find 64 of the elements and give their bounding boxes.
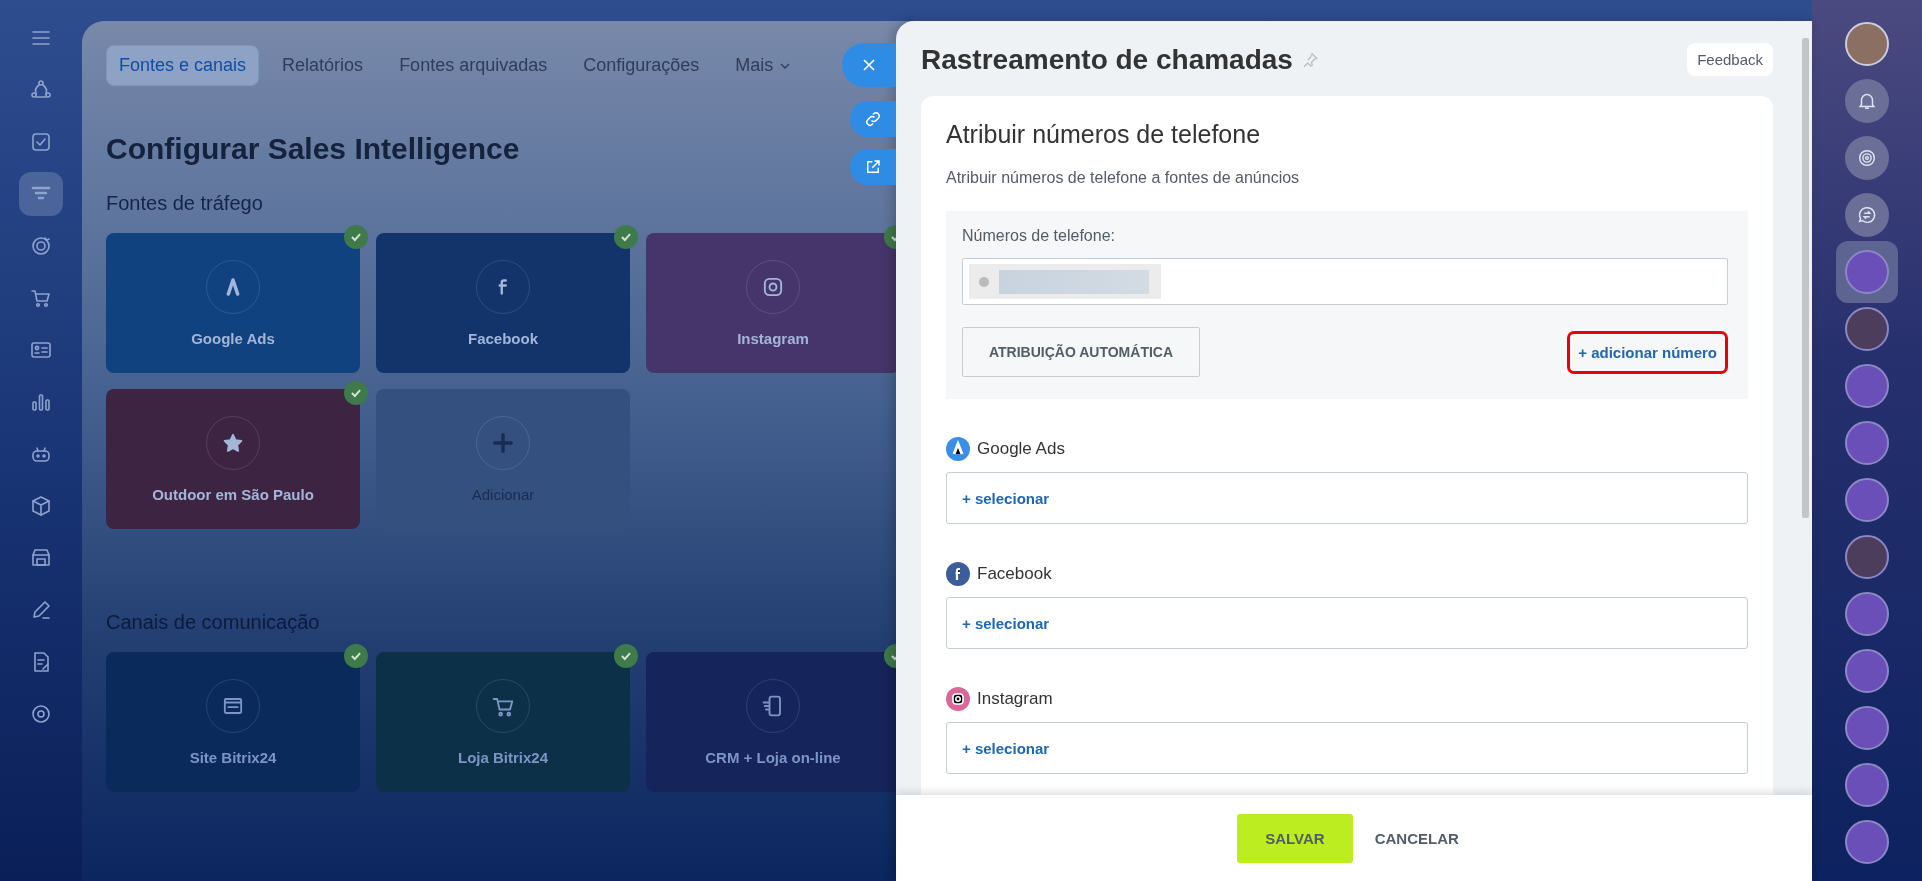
link-button[interactable]	[850, 101, 896, 137]
section-title: Canais de comunicação	[106, 611, 320, 634]
add-number-link[interactable]: + adicionar número	[1567, 330, 1728, 374]
bell-icon[interactable]	[1845, 79, 1889, 123]
phone-number-field[interactable]	[962, 258, 1728, 305]
letter-a-icon	[946, 437, 970, 461]
facebook-icon	[946, 562, 970, 586]
save-button[interactable]: SALVAR	[1237, 813, 1353, 863]
tab[interactable]: Configurações	[570, 45, 713, 86]
section-heading: Atribuir números de telefone	[946, 120, 1262, 149]
settings-icon	[29, 702, 53, 726]
source-tile[interactable]: Loja Bitrix24	[376, 652, 630, 792]
tab[interactable]: Fontes e canais	[106, 45, 260, 86]
external-link-icon	[864, 158, 882, 176]
source-tile[interactable]: Outdoor em São Paulo	[106, 389, 360, 529]
source-tile[interactable]: Facebook	[376, 233, 630, 373]
tab[interactable]: Relatórios	[269, 45, 377, 86]
sidebar-item[interactable]	[19, 172, 63, 216]
link-icon	[864, 110, 882, 128]
chat-avatar[interactable]	[1845, 478, 1889, 522]
open-external-button[interactable]	[850, 149, 896, 185]
select-field[interactable]: + selecionar	[946, 597, 1748, 649]
tile-label: Loja Bitrix24	[458, 748, 548, 766]
chat-avatar[interactable]	[1845, 307, 1889, 351]
tab[interactable]: Fontes arquivadas	[386, 45, 561, 86]
cube-icon	[29, 494, 53, 518]
camera-icon	[946, 687, 970, 711]
source-name: Facebook	[977, 564, 1052, 584]
tile-label: Outdoor em São Paulo	[152, 485, 314, 503]
source-name: Instagram	[977, 689, 1053, 709]
section-title: Fontes de tráfego	[106, 192, 263, 215]
checkbox-icon	[29, 130, 53, 154]
tile-label: Facebook	[468, 329, 538, 347]
source-name: Google Ads	[977, 439, 1065, 459]
spiral-icon[interactable]	[1845, 136, 1889, 180]
select-field[interactable]: + selecionar	[946, 472, 1748, 524]
chat-avatar[interactable]	[1845, 706, 1889, 750]
chat-arrows-icon[interactable]	[1845, 193, 1889, 237]
source-tile[interactable]: Site Bitrix24	[106, 652, 360, 792]
select-field[interactable]: + selecionar	[946, 722, 1748, 774]
cancel-button[interactable]: CANCELAR	[1362, 829, 1471, 847]
tab[interactable]: Mais	[722, 45, 805, 86]
field-label: Números de telefone:	[962, 227, 1116, 245]
chat-avatar[interactable]	[1845, 820, 1889, 864]
target-icon	[29, 234, 53, 258]
tile-label: Google Ads	[191, 329, 275, 347]
section-description: Atribuir números de telefone a fontes de anúncios	[946, 169, 1301, 187]
scrollbar[interactable]	[1802, 38, 1809, 518]
chat-avatar[interactable]	[1845, 535, 1889, 579]
feedback-button[interactable]: Feedback	[1687, 43, 1773, 76]
chat-avatar[interactable]	[1845, 649, 1889, 693]
tile-label: CRM + Loja on-line	[705, 748, 841, 766]
chat-avatar[interactable]	[1845, 592, 1889, 636]
chat-avatar[interactable]	[1845, 421, 1889, 465]
panel-title: Rastreamento de chamadas	[921, 43, 1293, 76]
tile-label: Instagram	[737, 329, 809, 347]
chat-avatar[interactable]	[1845, 364, 1889, 408]
close-button[interactable]	[842, 43, 896, 87]
page-heading: Configurar Sales Intelligence	[106, 132, 520, 166]
avatar[interactable]	[1845, 22, 1889, 66]
chat-avatar[interactable]	[1845, 763, 1889, 807]
source-tile[interactable]: Google Ads	[106, 233, 360, 373]
auto-assign-button[interactable]: ATRIBUIÇÃO AUTOMÁTICA	[962, 327, 1201, 377]
tile-label: Site Bitrix24	[189, 748, 277, 766]
